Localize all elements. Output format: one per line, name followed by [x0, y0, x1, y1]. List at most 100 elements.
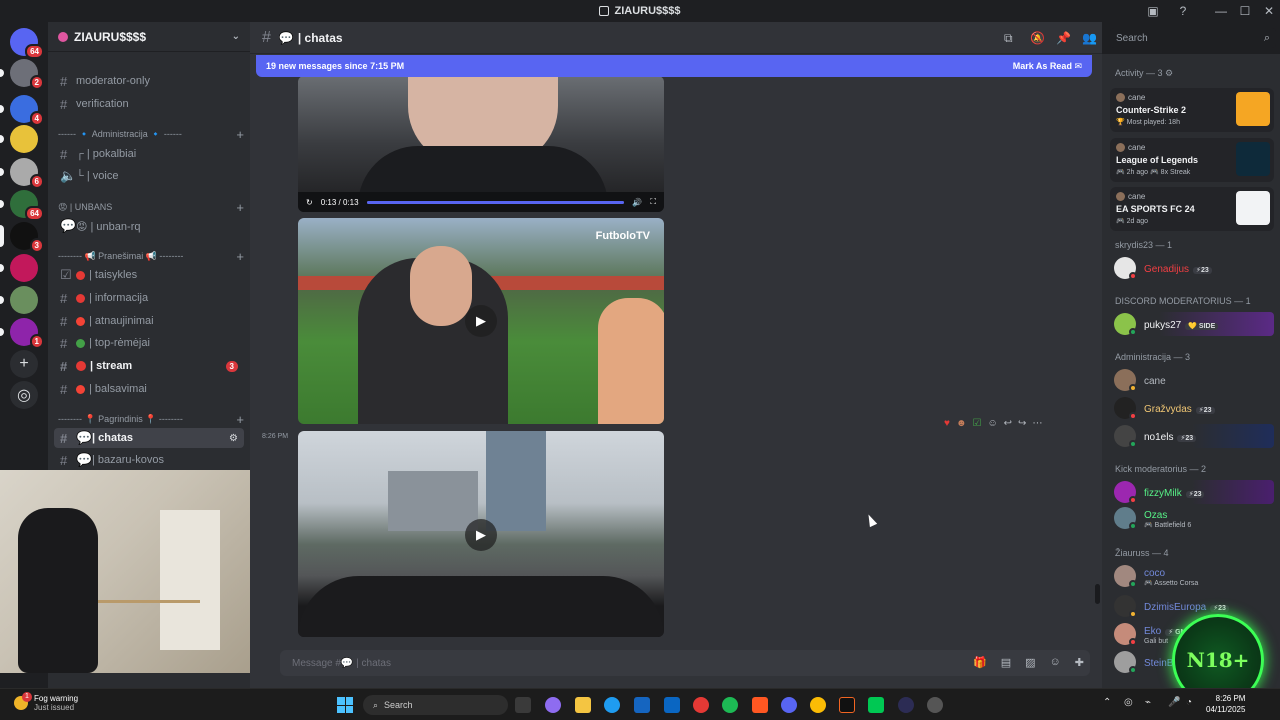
category-pagrindinis[interactable]: -------- 📍 Pagrindinis 📍 -------- +: [58, 411, 244, 427]
member-item[interactable]: Ozas 🎮 Battlefield 6: [1110, 506, 1274, 530]
wifi-icon[interactable]: ◔: [1186, 697, 1192, 708]
discover-icon[interactable]: ◎: [10, 381, 38, 409]
channel-stream[interactable]: # | stream 3: [54, 356, 244, 376]
gear-icon[interactable]: ⚙: [1165, 68, 1173, 78]
taskbar-search[interactable]: ⌕ Search: [363, 695, 508, 715]
file-explorer-icon[interactable]: [575, 697, 591, 713]
server-icon-server-2[interactable]: 2: [10, 59, 44, 90]
new-messages-bar[interactable]: 19 new messages since 7:15 PM Mark As Re…: [256, 55, 1092, 77]
copilot-icon[interactable]: [545, 697, 561, 713]
close-button[interactable]: ✕: [1256, 0, 1280, 22]
play-icon[interactable]: ▶: [465, 519, 497, 551]
maximize-button[interactable]: ☐: [1232, 0, 1258, 22]
play-icon[interactable]: ▶: [465, 305, 497, 337]
spotify-icon[interactable]: [722, 697, 738, 713]
tray-network-icon[interactable]: ⌁: [1145, 697, 1151, 708]
channel-bazaru-kovos[interactable]: # 💬 | bazaru-kovos: [54, 450, 244, 470]
check-reaction-icon[interactable]: ☑: [972, 418, 981, 429]
server-icon-server-9[interactable]: [10, 286, 38, 314]
channel-voice[interactable]: 🔈 └ | voice: [54, 166, 244, 186]
discord-icon[interactable]: [781, 697, 797, 713]
server-icon-server-5[interactable]: 6: [10, 158, 44, 189]
emoji-icon[interactable]: ☺: [1050, 656, 1061, 669]
server-icon-server-10[interactable]: 1: [10, 318, 44, 349]
channel-chatas[interactable]: # 💬 | chatas ⚙: [54, 428, 244, 448]
add-channel-icon[interactable]: +: [236, 200, 244, 215]
video-progress[interactable]: [366, 200, 625, 204]
channel-informacija[interactable]: # | informacija: [54, 288, 244, 308]
microphone-icon[interactable]: 🎤: [1168, 697, 1180, 708]
emoji-reaction-icon[interactable]: ☻: [956, 418, 967, 429]
app-icon[interactable]: [898, 697, 914, 713]
server-icon-discord-home[interactable]: 64: [10, 28, 44, 59]
store-icon[interactable]: [634, 697, 650, 713]
kick-icon[interactable]: [868, 697, 884, 713]
server-icon-server-3[interactable]: 4: [10, 95, 44, 126]
member-item[interactable]: fizzyMilk ⚡23: [1110, 480, 1274, 504]
add-channel-icon[interactable]: +: [236, 249, 244, 264]
opera-icon[interactable]: [693, 697, 709, 713]
server-icon-server-8[interactable]: [10, 254, 38, 282]
member-item[interactable]: no1els ⚡23: [1110, 424, 1274, 448]
pin-icon[interactable]: 📌: [1056, 31, 1071, 45]
video-attachment[interactable]: ↻ 0:13 / 0:13 🔊 ⛶: [298, 76, 664, 212]
member-item[interactable]: cane: [1110, 368, 1274, 392]
activity-card[interactable]: cane Counter-Strike 2 🏆 Most played: 18h: [1110, 88, 1274, 132]
channel-top-remejai[interactable]: # | top-rėmėjai: [54, 333, 244, 353]
server-icon-server-4[interactable]: [10, 125, 38, 153]
edge-icon[interactable]: [604, 697, 620, 713]
channel-verification[interactable]: # verification: [54, 94, 244, 114]
message-input[interactable]: Message #💬 | chatas: [280, 650, 1090, 676]
server-icon-ziauru[interactable]: 3: [10, 222, 44, 253]
tray-chevron-icon[interactable]: ⌃: [1103, 697, 1111, 708]
threads-icon[interactable]: ⧉: [1004, 31, 1018, 45]
activity-card[interactable]: cane League of Legends 🎮 2h ago 🎮 8x Strea…: [1110, 138, 1274, 182]
forward-icon[interactable]: ↪: [1018, 418, 1026, 429]
member-item[interactable]: Gražvydas ⚡23: [1110, 396, 1274, 420]
taskbar-clock[interactable]: 8:26 PM 04/11/2025: [1206, 693, 1245, 715]
member-item[interactable]: pukys27 💛 SIDE: [1110, 312, 1274, 336]
volume-icon[interactable]: 🔊: [632, 198, 642, 207]
activity-card[interactable]: cane EA SPORTS FC 24 🎮 2d ago: [1110, 187, 1274, 231]
member-item[interactable]: Genadijus ⚡23: [1110, 256, 1274, 280]
server-header[interactable]: ZIAURU$$$$ ⌄: [48, 22, 250, 52]
channel-atnaujinimai[interactable]: # | atnaujinimai: [54, 311, 244, 331]
member-item[interactable]: coco 🎮 Assetto Corsa: [1110, 564, 1274, 588]
video-attachment[interactable]: FutboloTV ▶: [298, 218, 664, 424]
weather-widget[interactable]: 1 Fog warning Just issued: [14, 692, 78, 712]
add-channel-icon[interactable]: +: [236, 412, 244, 427]
settings-icon[interactable]: [927, 697, 943, 713]
start-button[interactable]: [337, 697, 353, 713]
channel-settings-icon[interactable]: ⚙: [229, 433, 238, 444]
category-administracija[interactable]: ------ 🔹 Administracija 🔹 ------ +: [58, 126, 244, 142]
video-attachment[interactable]: ▶: [298, 431, 664, 637]
sticker-icon[interactable]: ▨: [1025, 656, 1035, 669]
help-icon[interactable]: ?: [1170, 0, 1196, 22]
server-icon-server-6[interactable]: 64: [10, 190, 44, 221]
gift-icon[interactable]: 🎁: [973, 656, 987, 669]
mark-as-read-button[interactable]: Mark As Read ✉: [1013, 61, 1082, 72]
channel-unban-rq[interactable]: 💬 😡 | unban-rq: [54, 216, 244, 236]
chrome-icon[interactable]: [810, 697, 826, 713]
add-reaction-icon[interactable]: ☺: [987, 418, 997, 429]
task-view-icon[interactable]: [515, 697, 531, 713]
fullscreen-icon[interactable]: ⛶: [650, 197, 656, 207]
channel-moderator-only[interactable]: # moderator-only: [54, 71, 244, 91]
member-list-icon[interactable]: 👥: [1082, 31, 1097, 45]
replay-icon[interactable]: ↻: [306, 198, 313, 207]
scrollbar-thumb[interactable]: [1095, 584, 1100, 604]
brave-icon[interactable]: [752, 697, 768, 713]
channel-balsavimai[interactable]: # | balsavimai: [54, 379, 244, 399]
tray-app-icon[interactable]: ◎: [1124, 697, 1133, 708]
heart-reaction-icon[interactable]: ♥: [944, 418, 950, 429]
category-pranesimai[interactable]: -------- 📢 Pranešimai 📢 -------- +: [58, 248, 244, 264]
category-unbans[interactable]: 😡 | UNBANS +: [58, 199, 244, 215]
mute-icon[interactable]: 🔕: [1030, 31, 1045, 45]
minimize-button[interactable]: —: [1208, 0, 1234, 22]
member-item[interactable]: DzimisEuropa ⚡23: [1110, 594, 1274, 618]
obs-icon[interactable]: [839, 697, 855, 713]
channel-pokalbiai[interactable]: # ┌ | pokalbiai: [54, 144, 244, 164]
more-icon[interactable]: ⋯: [1032, 418, 1042, 429]
apps-icon[interactable]: ✚: [1075, 656, 1084, 669]
add-server-button[interactable]: +: [10, 350, 38, 378]
